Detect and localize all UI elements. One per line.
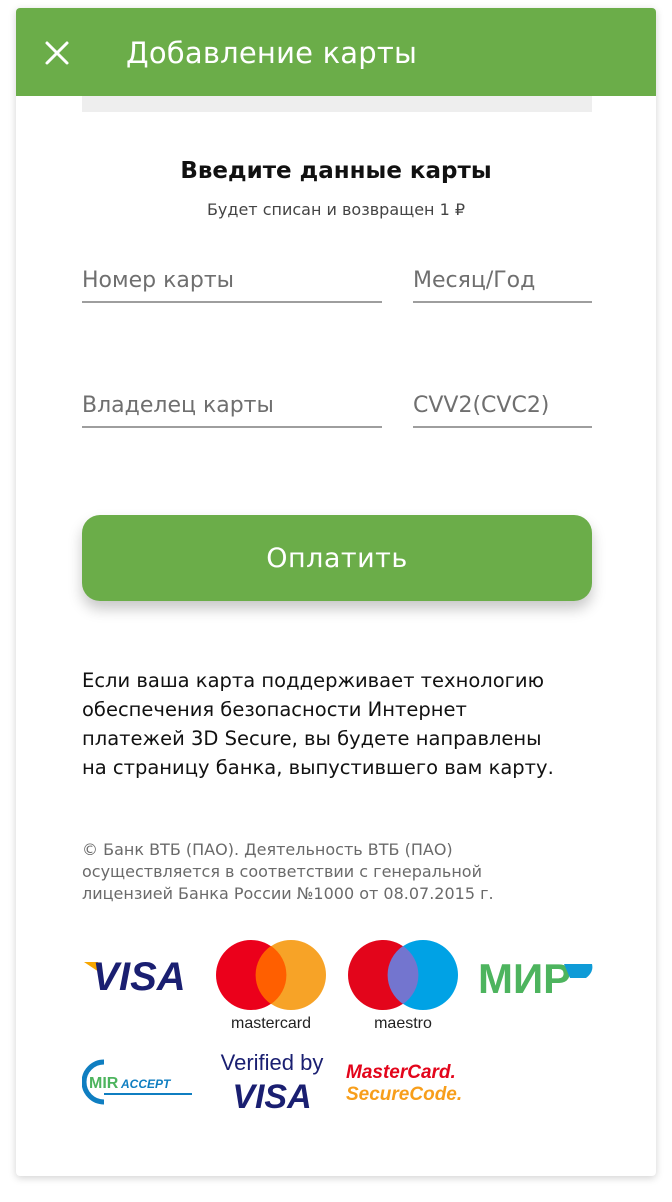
mastercard-securecode-logo: MasterCard. SecureCode. [344,1058,464,1106]
legal-notice: © Банк ВТБ (ПАО). Деятельность ВТБ (ПАО)… [82,839,602,905]
close-button[interactable] [44,40,70,66]
header-bar: Добавление карты [16,8,656,96]
mir-logo: МИР [478,955,594,1002]
mir-accept-logo: MIR ACCEPT [81,1058,196,1106]
3ds-info-text: Если ваша карта поддерживает технологию … [82,666,602,782]
legal-line: лицензией Банка России №1000 от 08.07.20… [82,884,494,903]
add-card-dialog: Добавление карты Введите данные карты Бу… [16,8,656,1176]
info-line: обеспечения безопасности Интернет [82,698,467,721]
mir-accept-text: ACCEPT [120,1077,172,1091]
maestro-logo-text: maestro [374,1015,432,1032]
legal-line: осуществляется в соответствии с генераль… [82,862,482,881]
mastercard-logo: mastercard [212,938,332,1033]
card-holder-input[interactable] [82,388,382,428]
securecode-line1: MasterCard. [346,1062,456,1083]
form-subtitle: Будет списан и возвращен 1 ₽ [206,200,466,219]
info-line: платежей 3D Secure, вы будете направлены [82,727,542,750]
visa-logo-text: VISA [92,955,185,996]
mir-accept-mir-text: MIR [89,1075,119,1092]
verified-visa-text: VISA [232,1078,311,1112]
pay-button[interactable]: Оплатить [82,515,592,601]
mir-logo-text: МИР [478,956,571,998]
top-divider-strip [82,96,592,112]
cvv-input[interactable] [413,388,592,428]
close-icon [45,41,69,65]
verified-by-text: Verified by [221,1050,324,1075]
dialog-title: Добавление карты [126,36,418,70]
expiry-input[interactable] [413,263,592,303]
info-line: Если ваша карта поддерживает технологию [82,669,544,692]
form-title: Введите данные карты [180,158,492,184]
legal-line: © Банк ВТБ (ПАО). Деятельность ВТБ (ПАО) [82,840,453,859]
mastercard-logo-text: mastercard [231,1015,311,1032]
visa-logo: VISA [82,952,196,999]
maestro-logo: maestro [344,938,464,1033]
card-number-input[interactable] [82,263,382,303]
verified-by-visa-logo: Verified by VISA [212,1048,332,1116]
info-line: на страницу банка, выпустившего вам карт… [82,756,554,779]
securecode-line2: SecureCode. [346,1084,462,1105]
